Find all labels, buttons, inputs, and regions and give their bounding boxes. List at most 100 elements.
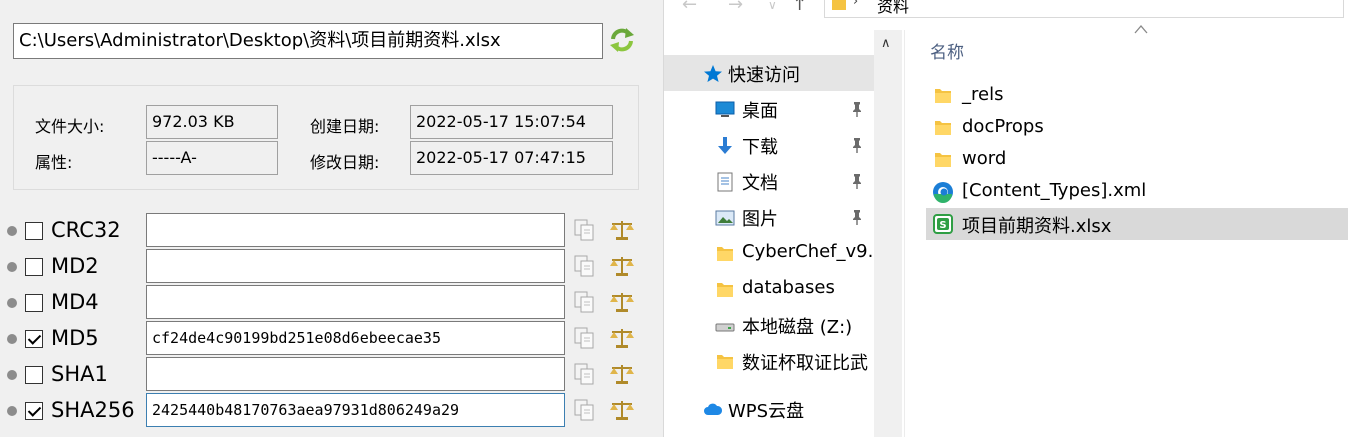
copy-icon[interactable]: [572, 362, 596, 386]
sort-ascending-icon: [1134, 25, 1148, 34]
nav-item-label: 下载: [742, 137, 778, 158]
svg-text:S: S: [939, 220, 946, 231]
name-column-header[interactable]: 名称: [930, 38, 964, 63]
scale-icon[interactable]: [609, 290, 635, 314]
copy-icon[interactable]: [572, 326, 596, 350]
drive-icon: [714, 315, 736, 335]
sha1-checkbox[interactable]: [25, 366, 43, 384]
up-arrow-icon[interactable]: ↑: [792, 0, 807, 15]
hash-row-md4: MD4: [0, 284, 663, 320]
file-name: docProps: [962, 116, 1044, 137]
recent-chevron-icon[interactable]: ∨: [768, 0, 777, 12]
scale-icon[interactable]: [609, 398, 635, 422]
hash-row-crc32: CRC32: [0, 212, 663, 248]
nav-item-label: 本地磁盘 (Z:): [742, 317, 853, 338]
hash-row-sha1: SHA1: [0, 356, 663, 392]
md2-hash-field[interactable]: [146, 249, 565, 283]
md4-label[interactable]: MD4: [51, 290, 99, 314]
pane-divider[interactable]: [904, 30, 905, 437]
scale-icon[interactable]: [609, 218, 635, 242]
md5-label[interactable]: MD5: [51, 326, 99, 350]
nav-item-label: 图片: [742, 209, 778, 230]
copy-icon[interactable]: [572, 218, 596, 242]
crc32-hash-field[interactable]: [146, 213, 565, 247]
scroll-up-icon[interactable]: ∧: [881, 36, 891, 51]
nav-item-8[interactable]: 数证杯取证比武: [664, 343, 874, 379]
breadcrumb[interactable]: › 资料: [824, 0, 1344, 18]
modified-date-value: 2022-05-17 07:47:15: [410, 141, 613, 175]
md5-hash-field[interactable]: cf24de4c90199bd251e08d6ebeecae35: [146, 321, 565, 355]
nav-item-label: 文档: [742, 173, 778, 194]
file-path-input[interactable]: C:\Users\Administrator\Desktop\资料\项目前期资料…: [13, 23, 603, 59]
md2-checkbox[interactable]: [25, 258, 43, 276]
hash-row-md2: MD2: [0, 248, 663, 284]
nav-item-label: databases: [742, 277, 835, 298]
scale-icon[interactable]: [609, 362, 635, 386]
sha1-hash-field[interactable]: [146, 357, 565, 391]
nav-scrollbar[interactable]: ∧: [874, 30, 902, 437]
crc32-checkbox[interactable]: [25, 222, 43, 240]
file-explorer: ← → ∨ ↑ › 资料 快速访问 桌面 下载 文档 图片 CyberChef_v9.2 d…: [663, 0, 1348, 437]
pin-icon[interactable]: [850, 209, 864, 225]
folder-icon: [932, 149, 954, 171]
star-icon: [702, 63, 724, 83]
forward-arrow-icon[interactable]: →: [728, 0, 743, 15]
nav-item-3[interactable]: 文档: [664, 163, 874, 199]
edge-icon: [932, 181, 954, 203]
scale-icon[interactable]: [609, 326, 635, 350]
sha256-label[interactable]: SHA256: [51, 398, 135, 422]
file-row[interactable]: docProps: [926, 112, 1348, 144]
md2-label[interactable]: MD2: [51, 254, 99, 278]
address-bar: ← → ∨ ↑ › 资料: [664, 0, 1348, 18]
file-size-value: 972.03 KB: [146, 105, 278, 139]
pin-icon[interactable]: [850, 173, 864, 189]
nav-item-9[interactable]: WPS云盘: [664, 391, 874, 427]
sha256-checkbox[interactable]: [25, 402, 43, 420]
nav-item-5[interactable]: CyberChef_v9.2: [664, 235, 874, 271]
refresh-icon[interactable]: [608, 26, 636, 54]
nav-item-label: 数证杯取证比武: [742, 353, 868, 374]
hash-row-md5: MD5 cf24de4c90199bd251e08d6ebeecae35: [0, 320, 663, 356]
copy-icon[interactable]: [572, 254, 596, 278]
nav-item-label: 桌面: [742, 101, 778, 122]
bullet-icon: [7, 406, 17, 416]
pin-icon[interactable]: [850, 137, 864, 153]
nav-item-label: CyberChef_v9.2: [742, 241, 874, 262]
nav-item-4[interactable]: 图片: [664, 199, 874, 235]
back-arrow-icon[interactable]: ←: [682, 0, 697, 15]
nav-item-2[interactable]: 下载: [664, 127, 874, 163]
pin-icon[interactable]: [850, 101, 864, 117]
copy-icon[interactable]: [572, 398, 596, 422]
sha1-label[interactable]: SHA1: [51, 362, 108, 386]
bullet-icon: [7, 370, 17, 380]
file-row[interactable]: [Content_Types].xml: [926, 176, 1348, 208]
created-date-label: 创建日期:: [310, 117, 380, 136]
folder-icon: [714, 351, 736, 371]
attributes-value: -----A-: [146, 141, 278, 175]
breadcrumb-current[interactable]: 资料: [877, 0, 909, 17]
hash-tool-panel: C:\Users\Administrator\Desktop\资料\项目前期资料…: [0, 0, 663, 437]
sha256-hash-field[interactable]: 2425440b48170763aea97931d806249a29: [146, 393, 565, 427]
file-name: 项目前期资料.xlsx: [962, 216, 1112, 237]
modified-date-label: 修改日期:: [310, 153, 380, 172]
md4-checkbox[interactable]: [25, 294, 43, 312]
desktop-icon: [714, 99, 736, 119]
nav-item-label: WPS云盘: [728, 401, 805, 422]
md5-checkbox[interactable]: [25, 330, 43, 348]
folder-icon: [832, 0, 846, 10]
file-info-group: 文件大小: 972.03 KB 属性: -----A- 创建日期: 2022-0…: [13, 85, 639, 190]
nav-item-1[interactable]: 桌面: [664, 91, 874, 127]
file-row[interactable]: S 项目前期资料.xlsx: [926, 208, 1348, 240]
crc32-label[interactable]: CRC32: [51, 218, 121, 242]
breadcrumb-separator-icon: ›: [853, 0, 859, 9]
md4-hash-field[interactable]: [146, 285, 565, 319]
scale-icon[interactable]: [609, 254, 635, 278]
copy-icon[interactable]: [572, 290, 596, 314]
nav-item-0[interactable]: 快速访问: [664, 55, 874, 91]
file-row[interactable]: word: [926, 144, 1348, 176]
download-icon: [714, 135, 736, 155]
nav-item-6[interactable]: databases: [664, 271, 874, 307]
file-row[interactable]: _rels: [926, 80, 1348, 112]
nav-item-7[interactable]: 本地磁盘 (Z:): [664, 307, 874, 343]
created-date-value: 2022-05-17 15:07:54: [410, 105, 613, 139]
